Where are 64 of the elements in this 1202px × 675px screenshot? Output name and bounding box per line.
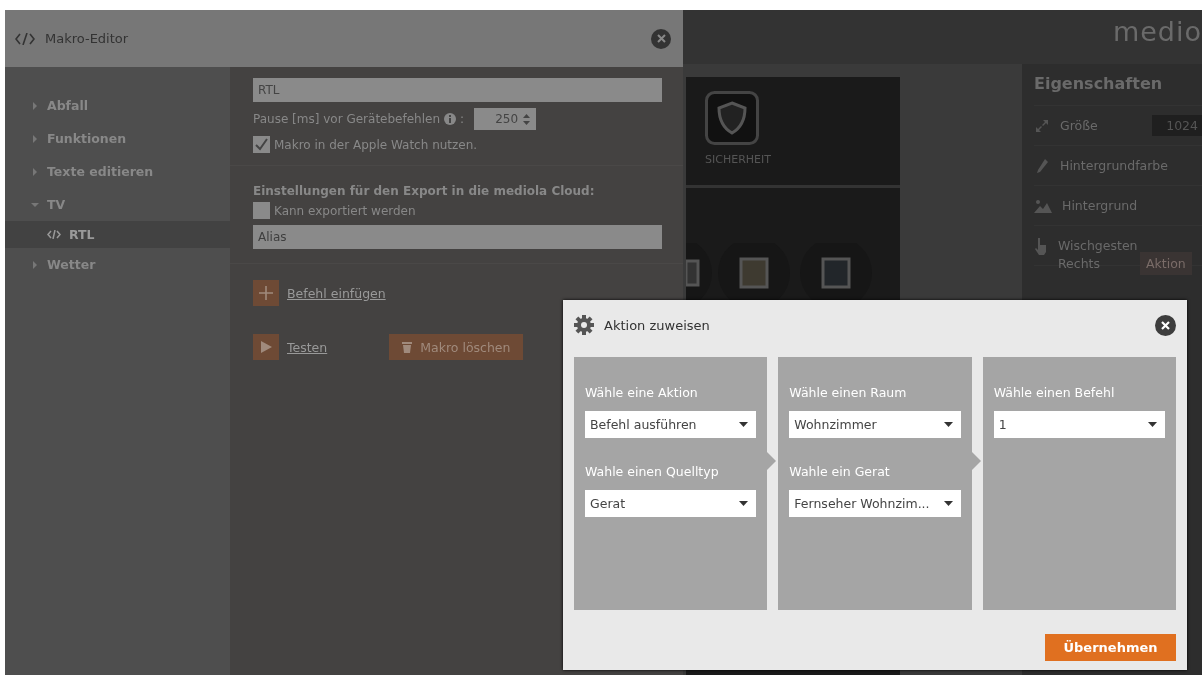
property-label: Rechts [1058,256,1101,271]
caret-down-icon [943,501,953,506]
caret-right-icon [31,167,39,176]
tree-item[interactable]: Wetter [5,248,230,281]
tree-item[interactable]: Texte editieren [5,155,230,188]
caret-right-icon [31,260,39,269]
code-icon [15,32,35,45]
property-label: Hintergrundfarbe [1060,158,1168,173]
gesture-icon [1034,236,1048,255]
section-heading: Einstellungen für den Export in die mediola Cloud: [253,184,596,198]
plus-icon[interactable] [253,280,279,306]
close-icon[interactable] [1155,314,1176,336]
property-label: Hintergrund [1062,198,1138,213]
property-label: Größe [1060,118,1098,133]
pause-label: Pause [ms] vor Gerätebefehlen [253,112,440,126]
checkbox-label: Makro in der Apple Watch nutzen. [274,137,478,152]
checkbox[interactable] [253,136,270,153]
dialog-title: Aktion zuweisen [604,317,711,333]
pause-field[interactable]: 250 [474,108,537,130]
play-icon[interactable] [253,334,279,360]
image-icon [1034,198,1052,213]
checkbox-label: Kann exportiert werden [274,203,416,218]
tree-item[interactable]: Funktionen [5,122,230,155]
field-label: Wähle einen Befehl [993,385,1116,400]
tree-item[interactable]: RTL [5,221,230,248]
trash-icon [402,341,413,353]
apply-button[interactable]: Übernehmen [1045,634,1176,661]
window-title: Makro-Editor [45,31,130,46]
color-icon [1034,157,1050,174]
insert-command-link[interactable]: Befehl einfügen [287,285,386,301]
alias-field[interactable]: Alias [253,225,662,249]
field-label: Wahle einen Quelltyp [585,464,720,479]
caret-down-icon [31,200,39,209]
panel-title: Eigenschaften [1034,74,1202,106]
test-link[interactable]: Testen [287,339,328,355]
size-icon [1034,117,1050,134]
field-label: Wähle eine Aktion [585,385,699,400]
gear-icon [574,315,594,335]
select-field[interactable]: Fernseher Wohnzim... [789,490,961,517]
info-icon [444,113,456,125]
caret-down-icon [1148,422,1157,427]
spinner-icon[interactable] [523,113,531,125]
field-label: Wahle ein Gerat [789,464,891,479]
action-button[interactable]: Aktion [1140,252,1192,275]
colon: : [460,112,465,126]
delete-macro-button[interactable]: Makro löschen [389,334,524,360]
caret-right-icon [31,134,39,143]
shield-icon[interactable] [705,91,759,145]
caret-down-icon [739,422,749,427]
name-field[interactable]: RTL [253,78,662,102]
code-icon [47,230,61,239]
tree-item[interactable]: Abfall [5,89,230,122]
tree-item[interactable]: TV [5,188,230,221]
property-label: Wischgesten [1058,238,1138,253]
select-field[interactable]: Gerat [585,490,757,517]
select-field[interactable]: Wohnzimmer [789,411,961,438]
field-label: Wähle einen Raum [789,385,908,400]
checkbox[interactable] [253,202,270,219]
select-field[interactable]: Befehl ausführen [585,411,757,438]
tile-label: SICHERHEIT [705,153,772,166]
caret-down-icon [739,501,749,506]
select-field[interactable]: 1 [993,411,1165,438]
caret-down-icon [943,422,953,427]
caret-right-icon [31,101,39,110]
